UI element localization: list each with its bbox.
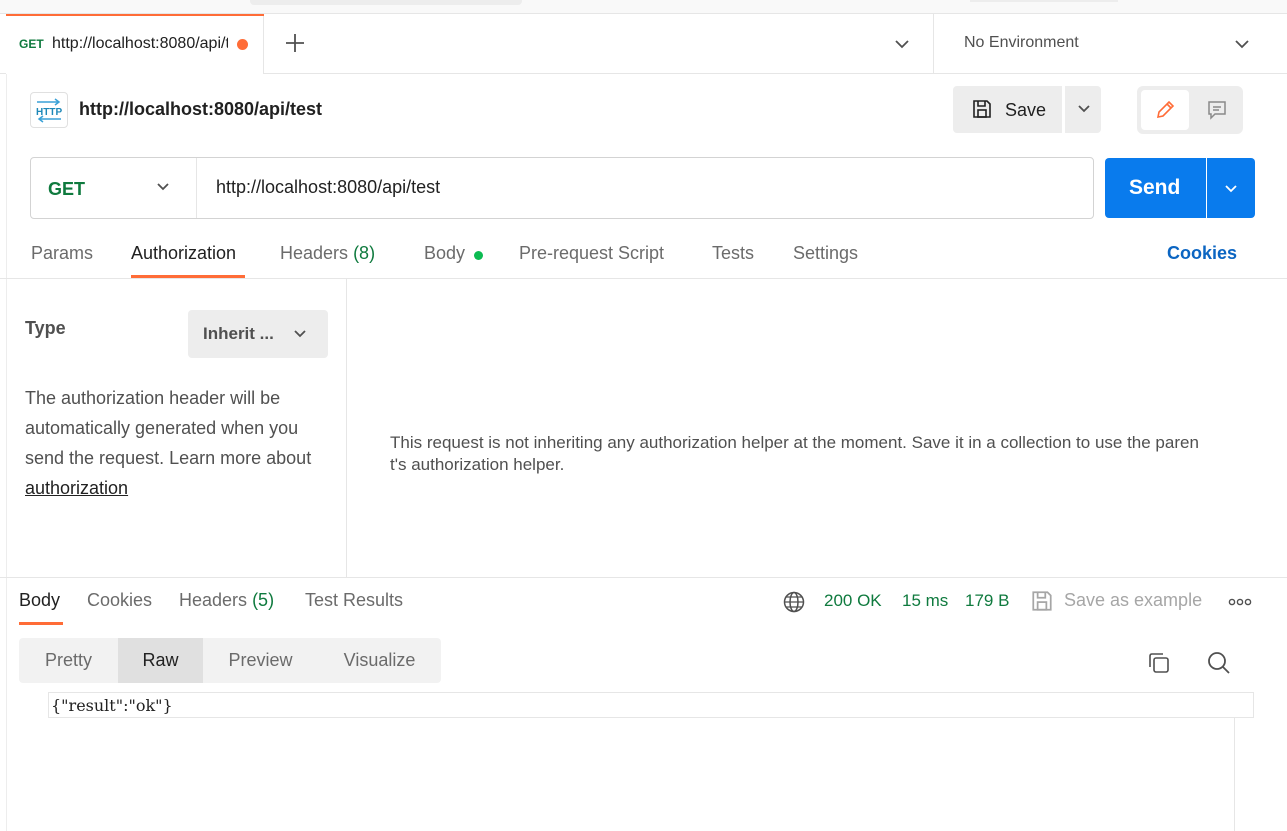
save-options-chevron-down-icon[interactable]: [1065, 86, 1101, 133]
response-tab-body[interactable]: Body: [19, 590, 60, 611]
body-indicator-dot-icon: [474, 251, 483, 260]
response-scrollbar[interactable]: [1234, 718, 1235, 831]
tab-params[interactable]: Params: [31, 243, 93, 264]
tab-label: Body: [19, 590, 61, 610]
method-label: GET: [48, 179, 86, 199]
new-tab-plus-icon[interactable]: [282, 30, 308, 56]
tab-method: GET: [19, 37, 44, 51]
send-button[interactable]: Send: [1105, 158, 1206, 218]
tab-label: Params: [31, 243, 94, 263]
view-mode-toggle: [1137, 86, 1243, 134]
tab-label: Headers: [179, 590, 248, 610]
request-tab-bar: GET http://localhost:8080/api/test No En…: [0, 14, 1287, 74]
tab-label: Pre-request Script: [519, 243, 665, 263]
status-code[interactable]: 200 OK: [824, 591, 882, 611]
tab-label: Authorization: [131, 243, 237, 263]
search-icon[interactable]: [1206, 650, 1232, 676]
top-strip-ghost: [970, 0, 1118, 2]
environment-selector[interactable]: No Environment: [933, 14, 1287, 74]
chevron-down-icon: [1230, 32, 1254, 56]
environment-label: No Environment: [964, 34, 1079, 51]
response-tab-headers[interactable]: Headers (5): [179, 590, 274, 611]
tab-body[interactable]: Body: [424, 243, 465, 264]
save-as-example-label: Save as example: [1064, 590, 1203, 610]
view-mode-preview[interactable]: Preview: [203, 638, 318, 683]
auth-type-value: Inherit ...: [203, 324, 274, 343]
save-icon: [973, 100, 991, 118]
view-mode-raw[interactable]: Raw: [118, 638, 203, 683]
url-input[interactable]: [216, 177, 1076, 198]
tab-count: (8): [353, 243, 376, 263]
tab-label: Test Results: [305, 590, 404, 610]
method-select[interactable]: GET: [31, 158, 197, 218]
active-response-tab-underline: [19, 622, 63, 625]
authorization-link[interactable]: authorization: [25, 478, 128, 498]
url-bar: GET: [30, 157, 1094, 219]
view-mode-visualize[interactable]: Visualize: [318, 638, 441, 683]
response-size[interactable]: 179 B: [965, 591, 1009, 611]
globe-icon[interactable]: [782, 590, 806, 614]
send-label: Send: [1129, 176, 1181, 199]
pane-divider[interactable]: [0, 577, 1287, 578]
type-label: Type: [25, 318, 66, 338]
request-tabs: Params Authorization Headers (8) Body Pr…: [0, 230, 1287, 279]
tab-pre-request-script[interactable]: Pre-request Script: [519, 243, 664, 264]
response-tab-test-results[interactable]: Test Results: [305, 590, 403, 611]
cookies-link[interactable]: Cookies: [1167, 243, 1237, 264]
response-time[interactable]: 15 ms: [902, 591, 948, 611]
more-options-icon[interactable]: [1228, 592, 1252, 612]
tab-label: Settings: [793, 243, 859, 263]
tab-tests[interactable]: Tests: [712, 243, 754, 264]
save-icon: [1032, 591, 1052, 611]
unsaved-dot-icon: [237, 39, 248, 50]
tab-label: Cookies: [87, 590, 153, 610]
view-mode-pretty[interactable]: Pretty: [19, 638, 118, 683]
auth-message: This request is not inheriting any autho…: [390, 433, 1199, 474]
save-label: Save: [1005, 100, 1047, 120]
svg-text:HTTP: HTTP: [36, 107, 62, 118]
chevron-down-icon: [157, 183, 169, 191]
active-tab-underline: [131, 275, 245, 278]
save-button[interactable]: Save: [953, 86, 1062, 133]
tab-label: Body: [424, 243, 466, 263]
auth-description-text: The authorization header will be automat…: [25, 388, 312, 468]
auth-type-select[interactable]: Inherit ...: [188, 310, 328, 358]
response-tab-cookies[interactable]: Cookies: [87, 590, 152, 611]
top-strip-tab-ghost: [250, 0, 522, 5]
chevron-down-icon: [294, 330, 306, 338]
tab-label: Tests: [712, 243, 755, 263]
window-top-strip: [0, 0, 1287, 14]
tab-label: Headers: [280, 243, 349, 263]
request-tab[interactable]: GET http://localhost:8080/api/test: [6, 14, 264, 74]
active-tab-accent: [6, 14, 264, 16]
auth-type-panel: Type Inherit ... The authorization heade…: [6, 279, 347, 577]
send-options-chevron-down-icon[interactable]: [1207, 158, 1255, 218]
tab-settings[interactable]: Settings: [793, 243, 858, 264]
tab-authorization[interactable]: Authorization: [131, 243, 236, 264]
response-body-text: {"result":"ok"}: [51, 696, 173, 715]
auth-description: The authorization header will be automat…: [25, 383, 335, 503]
tab-count: (5): [252, 590, 275, 610]
response-view-modes: Pretty Raw Preview Visualize: [19, 638, 441, 683]
tabs-menu-chevron-down-icon[interactable]: [890, 32, 914, 56]
save-as-example-button[interactable]: Save as example: [1030, 588, 1210, 616]
http-icon: HTTP: [30, 92, 68, 128]
comment-icon[interactable]: [1195, 90, 1239, 130]
edit-pencil-icon[interactable]: [1141, 90, 1189, 130]
tab-headers[interactable]: Headers (8): [280, 243, 375, 264]
tab-url: http://localhost:8080/api/test: [52, 35, 228, 52]
copy-icon[interactable]: [1146, 650, 1172, 676]
request-title[interactable]: http://localhost:8080/api/test: [79, 99, 322, 120]
response-body-line[interactable]: {"result":"ok"}: [48, 692, 1254, 718]
